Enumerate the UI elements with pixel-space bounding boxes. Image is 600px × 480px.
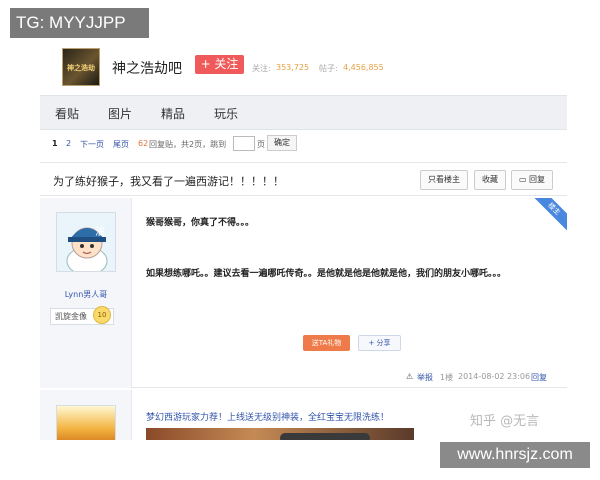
reply-link[interactable]: 回复 <box>531 372 547 383</box>
badge-label: 凯旋金像 <box>55 312 87 321</box>
zhihu-watermark: 知乎 @无言 <box>470 414 540 429</box>
url-watermark: www.hnrsjz.com <box>440 442 590 468</box>
post-line-2: 如果想练哪吒。。建议去看一遍哪吒传奇。。是他就是他是他就是他，我们的朋友小哪吒。… <box>146 269 507 279</box>
warning-icon: ⚠ <box>406 372 414 381</box>
avatar-image: 油 <box>57 213 115 271</box>
floor-number: 1楼 <box>440 373 454 382</box>
confirm-jump-button[interactable]: 确定 <box>267 135 297 151</box>
thread-title-bar: 为了练好猴子，我又看了一遍西游记！！！！！ 只看楼主 收藏 ▭ 回复 <box>40 162 567 196</box>
reply-top-button[interactable]: ▭ 回复 <box>511 170 553 190</box>
post-author-panel: 油 Lynn男人哥 凯旋金像 10 <box>40 198 132 388</box>
avatar-2[interactable] <box>56 405 116 440</box>
reply-top-label: 回复 <box>529 175 546 184</box>
followers-label: 关注: <box>252 64 271 73</box>
tab-fun[interactable]: 玩乐 <box>214 105 238 122</box>
svg-text:油: 油 <box>95 225 105 238</box>
level-number: 10 <box>93 306 111 324</box>
report-link[interactable]: 举报 <box>417 372 433 383</box>
reply-count: 62 <box>138 139 149 148</box>
post-floor-1: 油 Lynn男人哥 凯旋金像 10 楼主 猴哥猴哥，你真了不得。。。 如果想练哪… <box>40 198 567 388</box>
share-label: 分享 <box>376 339 391 347</box>
comment-icon: ▭ <box>518 175 527 184</box>
post2-text[interactable]: 梦幻西游玩家力荐！上线送无级别神装，全红宝宝无限洗练！ <box>146 410 389 423</box>
page-current: 1 <box>52 139 58 148</box>
tab-images[interactable]: 图片 <box>108 105 132 122</box>
share-button[interactable]: + 分享 <box>358 335 401 351</box>
tg-watermark: TG: MYYJJPP <box>10 8 149 38</box>
avatar[interactable]: 油 <box>56 212 116 272</box>
forum-name[interactable]: 神之浩劫吧 <box>112 58 182 78</box>
level-badge[interactable]: 凯旋金像 10 <box>50 306 114 325</box>
posts-count: 4,456,855 <box>343 63 384 72</box>
forum-logo[interactable]: 神之浩劫 <box>62 48 100 86</box>
forum-header: 神之浩劫 神之浩劫吧 + 关注 关注: 353,725 帖子: 4,456,85… <box>40 40 567 95</box>
thread-title: 为了练好猴子，我又看了一遍西游记！！！！！ <box>53 175 284 188</box>
op-corner-tag: 楼主 <box>533 198 567 232</box>
posts-label: 帖子: <box>319 64 338 73</box>
page-suffix: 页 <box>257 140 265 149</box>
send-gift-button[interactable]: 送TA礼物 <box>303 335 350 351</box>
page-2-link[interactable]: 2 <box>66 139 71 148</box>
follow-button[interactable]: + 关注 <box>195 55 244 74</box>
post2-author-panel <box>40 390 132 440</box>
tab-featured[interactable]: 精品 <box>161 105 185 122</box>
forum-nav: 看贴 图片 精品 玩乐 <box>40 95 567 130</box>
share-icon: + <box>368 339 375 347</box>
favorite-button[interactable]: 收藏 <box>474 170 506 190</box>
post-datetime: 2014-08-02 23:06 <box>458 372 531 381</box>
last-page-link[interactable]: 尾页 <box>113 139 129 150</box>
post-username[interactable]: Lynn男人哥 <box>40 289 132 300</box>
post-line-1: 猴哥猴哥，你真了不得。。。 <box>146 218 255 228</box>
pagination: 1 2 下一页 尾页 62 回复贴，共2页，跳到 页 确定 <box>40 132 567 158</box>
followers-count: 353,725 <box>276 63 310 72</box>
tab-posts[interactable]: 看贴 <box>55 105 79 122</box>
only-op-button[interactable]: 只看楼主 <box>420 170 468 190</box>
op-tag-label: 楼主 <box>533 198 567 232</box>
page-jump-input[interactable] <box>233 136 255 151</box>
forum-page: 神之浩劫 神之浩劫吧 + 关注 关注: 353,725 帖子: 4,456,85… <box>40 40 567 440</box>
next-page-link[interactable]: 下一页 <box>80 139 104 150</box>
post2-image-overlay <box>280 433 370 440</box>
reply-summary: 回复贴，共2页，跳到 <box>149 140 227 149</box>
forum-logo-text: 神之浩劫 <box>67 64 95 72</box>
